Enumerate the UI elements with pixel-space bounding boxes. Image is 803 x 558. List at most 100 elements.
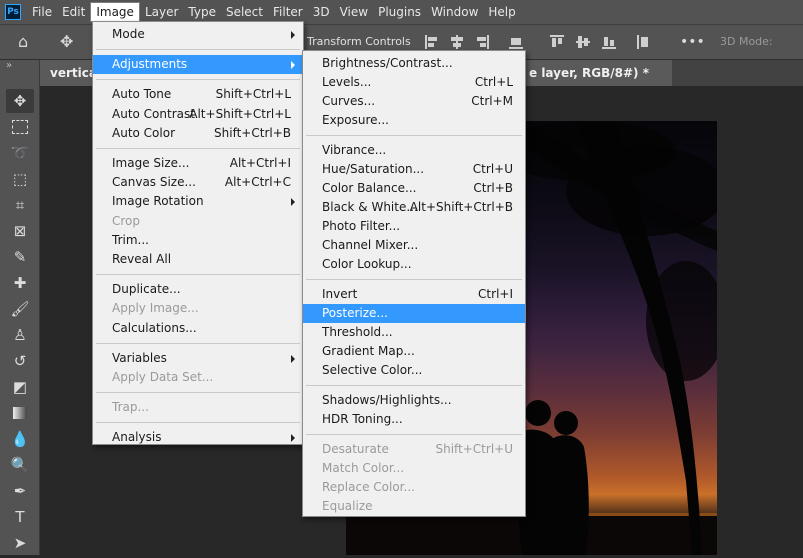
menu-item-label: Crop <box>112 213 141 228</box>
crop-tool-icon[interactable]: ⌗ <box>6 193 34 217</box>
distribute-horizontal-icon[interactable] <box>636 34 652 50</box>
menu-item-label: Selective Color... <box>322 363 423 377</box>
photoshop-logo-icon[interactable]: Ps <box>5 4 21 20</box>
menu-item-curves[interactable]: Curves... Ctrl+M <box>303 92 525 111</box>
marquee-tool-icon[interactable] <box>6 115 34 139</box>
menu-item-calculations[interactable]: Calculations... <box>93 319 303 338</box>
menu-layer[interactable]: Layer <box>140 2 183 22</box>
menu-type[interactable]: Type <box>183 2 221 22</box>
collapse-panel-icon[interactable]: » <box>6 60 12 71</box>
menu-item-brightness-contrast[interactable]: Brightness/Contrast... <box>303 54 525 73</box>
menu-file[interactable]: File <box>27 2 57 22</box>
menu-item-analysis[interactable]: Analysis <box>93 428 303 447</box>
menu-item-adjustments[interactable]: Adjustments <box>93 55 303 75</box>
align-top-icon[interactable] <box>549 34 565 50</box>
frame-tool-icon[interactable]: ⊠ <box>6 219 34 243</box>
menu-view[interactable]: View <box>335 2 373 22</box>
image-menu: Mode Adjustments Auto Tone Shift+Ctrl+L Auto… <box>92 21 304 445</box>
menu-item-reveal-all[interactable]: Reveal All <box>93 250 303 269</box>
menu-item-image-rotation[interactable]: Image Rotation <box>93 192 303 211</box>
menu-item-label: Image Rotation <box>112 194 204 209</box>
menu-item-channel-mixer[interactable]: Channel Mixer... <box>303 236 525 255</box>
menu-item-exposure[interactable]: Exposure... <box>303 111 525 130</box>
menu-select[interactable]: Select <box>221 2 268 22</box>
pen-tool-icon[interactable]: ✒ <box>6 479 34 503</box>
menu-item-image-size[interactable]: Image Size... Alt+Ctrl+I <box>93 154 303 173</box>
menu-separator <box>96 392 300 394</box>
menu-item-shortcut: Alt+Ctrl+C <box>224 175 291 190</box>
menu-item-auto-contrast[interactable]: Auto Contrast Alt+Shift+Ctrl+L <box>93 105 303 124</box>
menu-edit[interactable]: Edit <box>57 2 90 22</box>
type-tool-icon[interactable]: T <box>6 505 34 529</box>
menu-window[interactable]: Window <box>426 2 483 22</box>
menu-separator <box>96 79 300 81</box>
menu-item-black-white[interactable]: Black & White... Alt+Shift+Ctrl+B <box>303 198 525 217</box>
menu-3d[interactable]: 3D <box>308 2 335 22</box>
menu-plugins[interactable]: Plugins <box>373 2 426 22</box>
menu-separator <box>306 385 522 386</box>
menu-item-vibrance[interactable]: Vibrance... <box>303 141 525 160</box>
eyedropper-tool-icon[interactable]: ✎ <box>6 245 34 269</box>
align-left-icon[interactable] <box>424 34 440 50</box>
menu-image[interactable]: Image <box>90 2 140 22</box>
align-center-icon[interactable] <box>449 34 465 50</box>
menu-item-duplicate[interactable]: Duplicate... <box>93 280 303 299</box>
home-icon[interactable]: ⌂ <box>18 33 28 51</box>
move-tool-preset-icon[interactable]: ✥ <box>60 33 73 51</box>
menu-item-auto-tone[interactable]: Auto Tone Shift+Ctrl+L <box>93 85 303 104</box>
submenu-arrow-icon <box>291 198 295 207</box>
menu-item-shadows-highlights[interactable]: Shadows/Highlights... <box>303 391 525 410</box>
menu-item-variables[interactable]: Variables <box>93 349 303 368</box>
menu-item-levels[interactable]: Levels... Ctrl+L <box>303 73 525 92</box>
history-brush-tool-icon[interactable]: ↺ <box>6 349 34 373</box>
menu-item-label: Mode <box>112 27 145 41</box>
menu-item-invert[interactable]: Invert Ctrl+I <box>303 285 525 304</box>
menu-item-canvas-size[interactable]: Canvas Size... Alt+Ctrl+C <box>93 173 303 192</box>
menu-item-selective-color[interactable]: Selective Color... <box>303 361 525 380</box>
gradient-tool-icon[interactable] <box>6 401 34 425</box>
transform-controls-label[interactable]: Transform Controls <box>307 35 411 48</box>
menu-item-mode[interactable]: Mode <box>93 25 303 44</box>
menu-help[interactable]: Help <box>483 2 520 22</box>
dodge-tool-icon[interactable]: 🔍 <box>6 453 34 477</box>
healing-brush-tool-icon[interactable]: ✚ <box>6 271 34 295</box>
menu-item-apply-data-set: Apply Data Set... <box>93 368 303 387</box>
tab-active-document[interactable]: e layer, RGB/8#) * <box>515 60 672 86</box>
menu-item-posterize[interactable]: Posterize... <box>303 304 525 323</box>
more-options-icon[interactable]: ••• <box>680 33 705 51</box>
menu-item-shortcut: Shift+Ctrl+U <box>435 442 513 456</box>
menu-item-hue-saturation[interactable]: Hue/Saturation... Ctrl+U <box>303 160 525 179</box>
menu-item-hdr-toning[interactable]: HDR Toning... <box>303 410 525 429</box>
menu-item-color-balance[interactable]: Color Balance... Ctrl+B <box>303 179 525 198</box>
submenu-arrow-icon <box>291 61 295 70</box>
tools-panel: » ✥ ➰ ⬚ ⌗ ⊠ ✎ ✚ 🖌 ♙ ↺ ◩ 💧 🔍 ✒ T ➤ <box>0 60 40 555</box>
path-selection-tool-icon[interactable]: ➤ <box>6 531 34 555</box>
lasso-tool-icon[interactable]: ➰ <box>6 141 34 165</box>
menu-item-label: Desaturate <box>322 442 389 456</box>
menu-item-shortcut: Alt+Shift+Ctrl+L <box>189 106 291 121</box>
menu-item-label: Curves... <box>322 94 376 108</box>
menu-item-label: Color Lookup... <box>322 257 412 271</box>
menu-item-gradient-map[interactable]: Gradient Map... <box>303 342 525 361</box>
clone-stamp-tool-icon[interactable]: ♙ <box>6 323 34 347</box>
object-selection-tool-icon[interactable]: ⬚ <box>6 167 34 191</box>
align-right-icon[interactable] <box>474 34 490 50</box>
brush-tool-icon[interactable]: 🖌 <box>6 297 34 321</box>
eraser-tool-icon[interactable]: ◩ <box>6 375 34 399</box>
menu-item-trim[interactable]: Trim... <box>93 231 303 250</box>
move-tool-icon[interactable]: ✥ <box>6 89 34 113</box>
menu-item-label: Shadows/Highlights... <box>322 393 452 407</box>
menu-item-shortcut: Shift+Ctrl+B <box>214 125 291 140</box>
menu-item-threshold[interactable]: Threshold... <box>303 323 525 342</box>
align-bottom-icon[interactable] <box>601 34 617 50</box>
menu-item-color-lookup[interactable]: Color Lookup... <box>303 255 525 274</box>
menu-item-photo-filter[interactable]: Photo Filter... <box>303 217 525 236</box>
menu-separator <box>96 342 300 344</box>
menu-item-label: Vibrance... <box>322 143 387 157</box>
menu-item-shortcut: Ctrl+B <box>473 181 513 195</box>
blur-tool-icon[interactable]: 💧 <box>6 427 34 451</box>
menu-item-auto-color[interactable]: Auto Color Shift+Ctrl+B <box>93 124 303 143</box>
align-middle-icon[interactable] <box>575 34 591 50</box>
menu-filter[interactable]: Filter <box>268 2 308 22</box>
distribute-icon[interactable] <box>508 34 524 50</box>
